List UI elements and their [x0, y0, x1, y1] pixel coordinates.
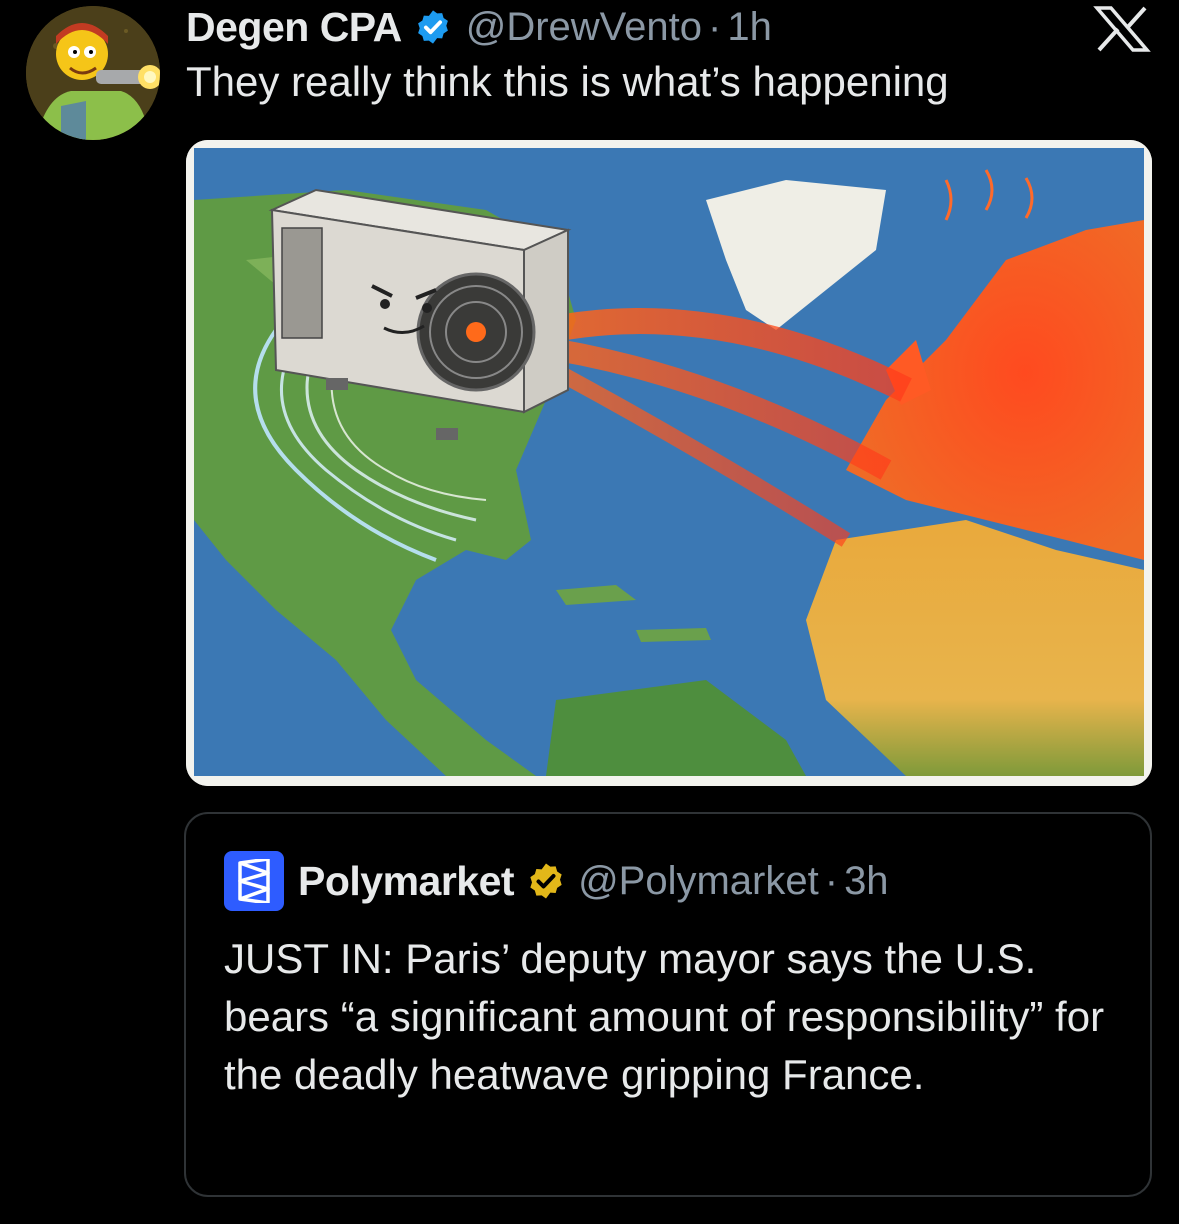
quoted-author-name[interactable]: Polymarket — [298, 858, 515, 905]
gold-verified-badge-icon[interactable] — [526, 861, 566, 901]
tweet-header: Degen CPA @DrewVento · 1h — [186, 2, 772, 52]
polymarket-logo-icon[interactable] — [224, 851, 284, 911]
quoted-tweet-card[interactable]: Polymarket @Polymarket · 3h JUST IN: Par… — [184, 812, 1152, 1197]
author-name[interactable]: Degen CPA — [186, 4, 402, 51]
x-logo-icon[interactable] — [1093, 6, 1151, 52]
tweet-text: They really think this is what’s happeni… — [186, 58, 949, 105]
avatar[interactable] — [26, 6, 160, 140]
map-image-icon — [186, 140, 1152, 786]
tweet-media-image[interactable] — [186, 140, 1152, 786]
quoted-tweet-header: Polymarket @Polymarket · 3h — [224, 851, 889, 911]
quoted-timestamp[interactable]: 3h — [844, 859, 889, 904]
verified-badge-icon[interactable] — [414, 8, 452, 46]
author-handle[interactable]: @DrewVento — [466, 5, 702, 50]
separator-dot: · — [708, 4, 722, 49]
quoted-tweet-text: JUST IN: Paris’ deputy mayor says the U.… — [224, 935, 1105, 1098]
cartoon-avatar-icon — [26, 6, 160, 140]
quoted-author-handle[interactable]: @Polymarket — [578, 859, 819, 904]
tweet-timestamp[interactable]: 1h — [727, 5, 772, 50]
quoted-separator-dot: · — [824, 858, 839, 903]
